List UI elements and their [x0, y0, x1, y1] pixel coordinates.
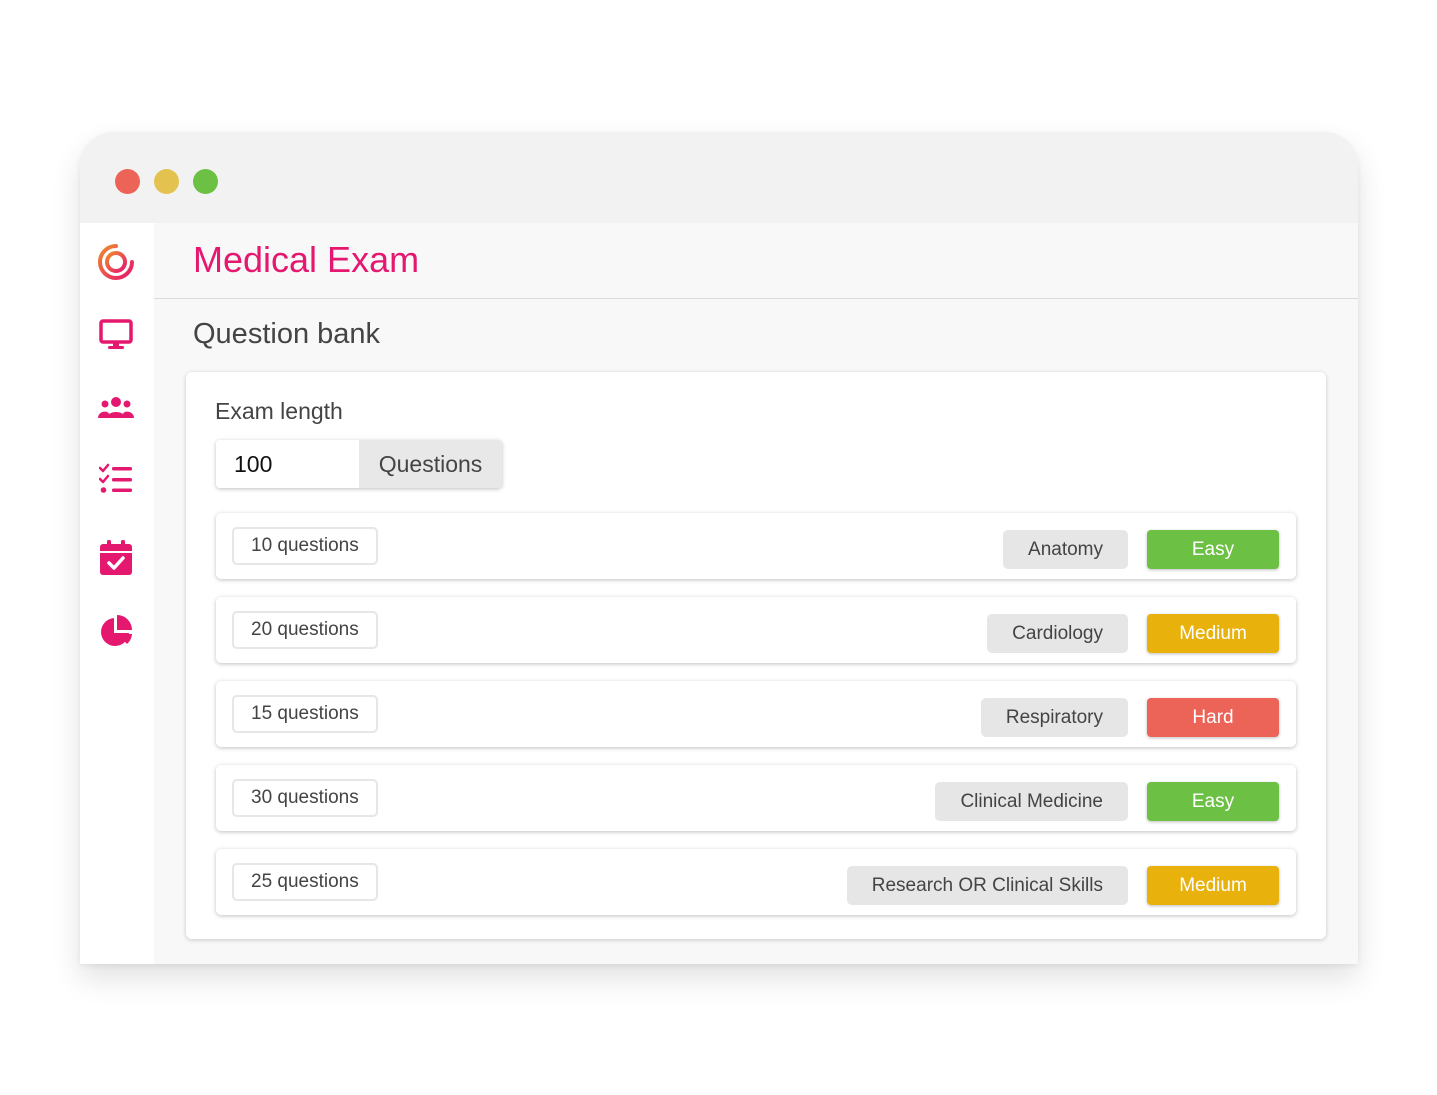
exam-length-unit: Questions [359, 440, 502, 488]
topic-row[interactable]: 20 questions Cardiology Medium [216, 597, 1296, 663]
question-count-chip[interactable]: 30 questions [232, 779, 378, 817]
checklist-icon[interactable] [97, 460, 135, 498]
close-window-button[interactable] [115, 169, 140, 194]
difficulty-badge[interactable]: Easy [1147, 530, 1279, 569]
topic-chip[interactable]: Respiratory [980, 698, 1128, 737]
question-count-chip[interactable]: 15 questions [232, 695, 378, 733]
calendar-check-icon[interactable] [97, 539, 135, 577]
topic-row[interactable]: 10 questions Anatomy Easy [216, 513, 1296, 579]
topic-row[interactable]: 15 questions Respiratory Hard [216, 681, 1296, 747]
exam-length-field: Questions [216, 440, 502, 488]
question-count-chip[interactable]: 10 questions [232, 527, 378, 565]
exam-length-input[interactable] [216, 440, 359, 488]
minimize-window-button[interactable] [154, 169, 179, 194]
topic-row[interactable]: 30 questions Clinical Medicine Easy [216, 765, 1296, 831]
header-divider [154, 298, 1358, 299]
difficulty-badge[interactable]: Hard [1147, 698, 1279, 737]
page-title: Medical Exam [193, 239, 420, 280]
maximize-window-button[interactable] [193, 169, 218, 194]
topic-chip[interactable]: Cardiology [987, 614, 1128, 653]
sidebar [80, 223, 154, 964]
difficulty-badge[interactable]: Medium [1147, 614, 1279, 653]
difficulty-badge[interactable]: Easy [1147, 782, 1279, 821]
question-count-chip[interactable]: 20 questions [232, 611, 378, 649]
users-icon[interactable] [97, 389, 135, 427]
pie-chart-icon[interactable] [97, 612, 135, 650]
difficulty-badge[interactable]: Medium [1147, 866, 1279, 905]
section-title: Question bank [193, 318, 381, 350]
title-bar [80, 132, 1358, 223]
topic-chip[interactable]: Clinical Medicine [935, 782, 1128, 821]
monitor-icon[interactable] [97, 316, 135, 354]
exam-length-label: Exam length [215, 398, 343, 424]
topic-chip[interactable]: Anatomy [1003, 530, 1128, 569]
app-window: Medical Exam Question bank Exam length Q… [80, 132, 1358, 964]
question-bank-card: Exam length Questions 10 questions Anato… [186, 372, 1326, 939]
topic-chip[interactable]: Research OR Clinical Skills [846, 866, 1128, 905]
logo-icon[interactable] [97, 243, 135, 281]
topic-row[interactable]: 25 questions Research OR Clinical Skills… [216, 849, 1296, 915]
question-count-chip[interactable]: 25 questions [232, 863, 378, 901]
